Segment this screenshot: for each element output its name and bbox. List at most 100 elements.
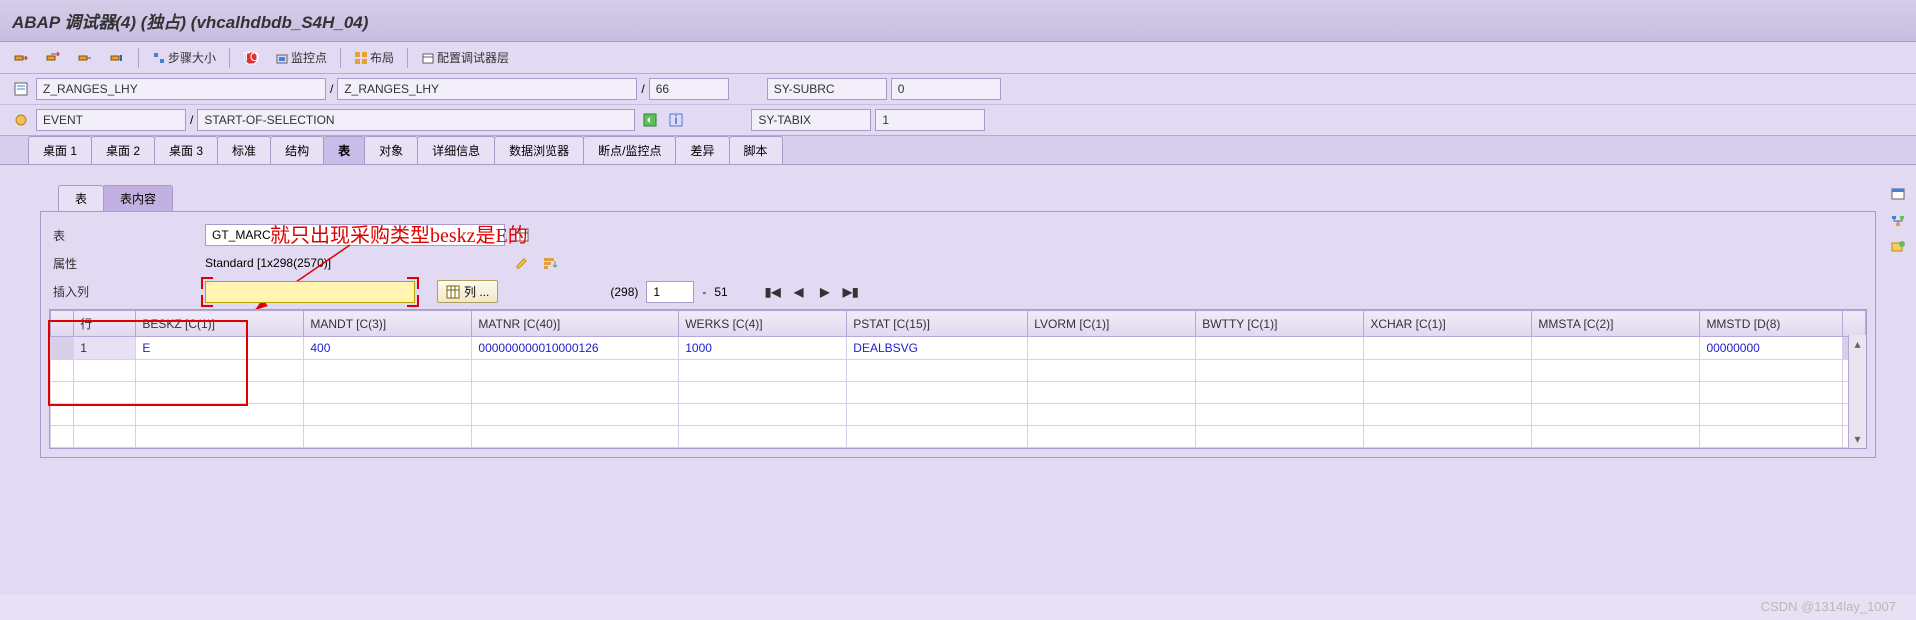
column-button[interactable]: 列 ... xyxy=(437,280,498,303)
tab-detail[interactable]: 详细信息 xyxy=(417,136,495,164)
program-icon[interactable] xyxy=(10,78,32,100)
content-area: 表 表内容 就只出现采购类型beskz是E的 表 属性 Standard [1x… xyxy=(0,165,1916,595)
step-size-label: 步骤大小 xyxy=(168,49,216,66)
layout-label: 布局 xyxy=(370,49,394,66)
scroll-down-icon[interactable]: ▾ xyxy=(1854,432,1860,446)
focus-corner-icon xyxy=(407,277,419,289)
main-tabstrip: 桌面 1 桌面 2 桌面 3 标准 结构 表 对象 详细信息 数据浏览器 断点/… xyxy=(0,136,1916,165)
scroll-up-icon[interactable]: ▴ xyxy=(1854,337,1860,351)
first-page-icon[interactable]: ▮◀ xyxy=(764,283,782,301)
vertical-scrollbar[interactable]: ▴ ▾ xyxy=(1848,335,1866,448)
col-pstat[interactable]: PSTAT [C(15)] xyxy=(847,311,1028,337)
tab-breakpoints[interactable]: 断点/监控点 xyxy=(583,136,676,164)
event-icon[interactable] xyxy=(10,109,32,131)
tab-desktop-2[interactable]: 桌面 2 xyxy=(91,136,155,164)
col-mandt[interactable]: MANDT [C(3)] xyxy=(304,311,472,337)
table-row[interactable] xyxy=(51,426,1866,448)
services-icon[interactable] xyxy=(1888,237,1908,257)
table-row[interactable]: 1 E 400 000000000010000126 1000 DEALBSVG… xyxy=(51,337,1866,360)
cell-mmsta[interactable] xyxy=(1532,337,1700,360)
tab-object[interactable]: 对象 xyxy=(364,136,418,164)
tab-table[interactable]: 表 xyxy=(323,136,365,164)
pager-from-input[interactable] xyxy=(646,281,694,303)
new-window-icon[interactable] xyxy=(1888,185,1908,205)
focus-corner-icon xyxy=(407,295,419,307)
program-field-1[interactable]: Z_RANGES_LHY xyxy=(36,78,326,100)
side-icon-bar xyxy=(1888,185,1908,257)
table-attr-label: 属性 xyxy=(49,255,199,272)
table-row[interactable] xyxy=(51,360,1866,382)
cell-bwtty[interactable] xyxy=(1196,337,1364,360)
pager: (298) - 51 ▮◀ ◀ ▶ ▶▮ xyxy=(610,281,859,303)
svg-text:STOP: STOP xyxy=(243,50,259,64)
program-field-2[interactable]: Z_RANGES_LHY xyxy=(337,78,637,100)
insert-col-input[interactable] xyxy=(205,281,415,303)
focus-corner-icon xyxy=(201,295,213,307)
cell-lvorm[interactable] xyxy=(1028,337,1196,360)
subtab-table[interactable]: 表 xyxy=(58,185,104,211)
annotation-box xyxy=(48,320,248,406)
tab-data-browser[interactable]: 数据浏览器 xyxy=(494,136,584,164)
insert-col-row: 插入列 列 ... (298) - 51 ▮◀ ◀ xyxy=(49,280,1867,303)
tab-standard[interactable]: 标准 xyxy=(217,136,271,164)
cell-matnr[interactable]: 000000000010000126 xyxy=(472,337,679,360)
col-mmstd[interactable]: MMSTD [D(8) xyxy=(1700,311,1842,337)
step-over-icon[interactable] xyxy=(40,47,66,69)
col-bwtty[interactable]: BWTTY [C(1)] xyxy=(1196,311,1364,337)
separator xyxy=(229,48,230,68)
col-werks[interactable]: WERKS [C(4)] xyxy=(679,311,847,337)
subrc-value-field[interactable]: 0 xyxy=(891,78,1001,100)
grid-header-row: 行 BESKZ [C(1)] MANDT [C(3)] MATNR [C(40)… xyxy=(51,311,1866,337)
tab-diff[interactable]: 差异 xyxy=(675,136,729,164)
window-title: ABAP 调试器(4) (独占) (vhcalhdbdb_S4H_04) xyxy=(12,13,368,32)
layout-button[interactable]: 布局 xyxy=(349,46,399,69)
stop-icon[interactable]: STOP xyxy=(238,47,264,69)
tabix-value-field[interactable]: 1 xyxy=(875,109,985,131)
table-row[interactable] xyxy=(51,382,1866,404)
event-label-field: EVENT xyxy=(36,109,186,131)
step-size-button[interactable]: 步骤大小 xyxy=(147,46,221,69)
prev-page-icon[interactable]: ◀ xyxy=(790,283,808,301)
tab-desktop-1[interactable]: 桌面 1 xyxy=(28,136,92,164)
main-toolbar: 步骤大小 STOP 监控点 布局 配置调试器层 xyxy=(0,42,1916,74)
col-lvorm[interactable]: LVORM [C(1)] xyxy=(1028,311,1196,337)
cell-mandt[interactable]: 400 xyxy=(304,337,472,360)
watchpoint-button[interactable]: 监控点 xyxy=(270,46,332,69)
continue-icon[interactable] xyxy=(104,47,130,69)
slash-1: / xyxy=(330,82,333,96)
last-page-icon[interactable]: ▶▮ xyxy=(842,283,860,301)
info-row-1: Z_RANGES_LHY / Z_RANGES_LHY / 66 SY-SUBR… xyxy=(0,74,1916,104)
separator xyxy=(138,48,139,68)
col-xchar[interactable]: XCHAR [C(1)] xyxy=(1364,311,1532,337)
sub-tabstrip: 表 表内容 xyxy=(58,185,1906,211)
slash-2: / xyxy=(641,82,644,96)
cell-werks[interactable]: 1000 xyxy=(679,337,847,360)
config-button[interactable]: 配置调试器层 xyxy=(416,46,514,69)
sort-icon[interactable] xyxy=(539,252,561,274)
info-row-2: EVENT / START-OF-SELECTION i SY-TABIX 1 xyxy=(0,104,1916,135)
info-icon[interactable]: i xyxy=(665,109,687,131)
event-value-field[interactable]: START-OF-SELECTION xyxy=(197,109,635,131)
insert-col-label: 插入列 xyxy=(49,283,199,300)
next-page-icon[interactable]: ▶ xyxy=(816,283,834,301)
tree-icon[interactable] xyxy=(1888,211,1908,231)
col-mmsta[interactable]: MMSTA [C(2)] xyxy=(1532,311,1700,337)
cell-pstat[interactable]: DEALBSVG xyxy=(847,337,1028,360)
config-label: 配置调试器层 xyxy=(437,49,509,66)
cell-mmstd[interactable]: 00000000 xyxy=(1700,337,1842,360)
focus-corner-icon xyxy=(201,277,213,289)
step-out-icon[interactable] xyxy=(72,47,98,69)
tab-structure[interactable]: 结构 xyxy=(270,136,324,164)
subtab-table-content[interactable]: 表内容 xyxy=(103,185,173,211)
scroll-header xyxy=(1842,311,1865,337)
nav-icon-1[interactable] xyxy=(639,109,661,131)
line-field[interactable]: 66 xyxy=(649,78,729,100)
tab-script[interactable]: 脚本 xyxy=(729,136,783,164)
table-row[interactable] xyxy=(51,404,1866,426)
col-matnr[interactable]: MATNR [C(40)] xyxy=(472,311,679,337)
step-into-icon[interactable] xyxy=(8,47,34,69)
edit-icon[interactable] xyxy=(511,252,533,274)
slash-3: / xyxy=(190,113,193,127)
cell-xchar[interactable] xyxy=(1364,337,1532,360)
tab-desktop-3[interactable]: 桌面 3 xyxy=(154,136,218,164)
